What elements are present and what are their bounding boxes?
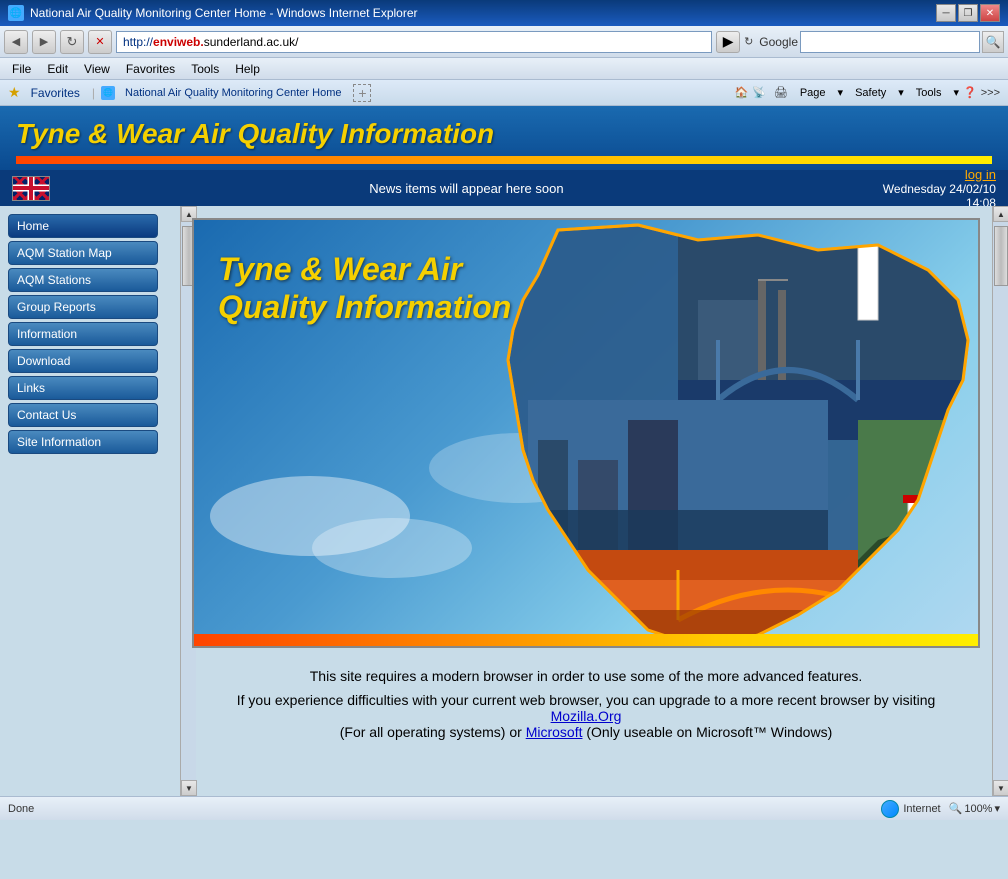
sidebar-item-contact-us[interactable]: Contact Us bbox=[8, 403, 158, 427]
help-toolbar-button[interactable]: ❓ bbox=[963, 86, 977, 99]
content-scroll-up[interactable]: ▲ bbox=[993, 206, 1008, 222]
browser-icon: 🌐 bbox=[8, 5, 24, 21]
hero-title-line2: Quality Information bbox=[218, 288, 511, 326]
rss-button[interactable]: 📡 bbox=[752, 86, 766, 99]
help-menu[interactable]: Help bbox=[227, 60, 268, 78]
print-button[interactable]: 🖨 bbox=[774, 86, 788, 99]
window-controls: ─ ❐ ✕ bbox=[936, 4, 1000, 22]
sidebar-item-links[interactable]: Links bbox=[8, 376, 158, 400]
back-button[interactable]: ◀ bbox=[4, 30, 28, 54]
hero-image: Tyne & Wear Air Quality Information bbox=[192, 218, 980, 648]
browser-window: 🌐 National Air Quality Monitoring Center… bbox=[0, 0, 1008, 820]
sidebar-item-download[interactable]: Download bbox=[8, 349, 158, 373]
close-button[interactable]: ✕ bbox=[980, 4, 1000, 22]
sidebar-item-aqm-station-map[interactable]: AQM Station Map bbox=[8, 241, 158, 265]
hero-title-line1: Tyne & Wear Air bbox=[218, 250, 511, 288]
forward-button[interactable]: ▶ bbox=[32, 30, 56, 54]
favorites-button[interactable]: Favorites bbox=[25, 84, 86, 102]
info-para-2-pre: If you experience difficulties with your… bbox=[237, 692, 936, 708]
site-header: Tyne & Wear Air Quality Information bbox=[0, 106, 1008, 170]
minimize-button[interactable]: ─ bbox=[936, 4, 956, 22]
info-para-2: If you experience difficulties with your… bbox=[228, 692, 944, 740]
tools-menu[interactable]: Tools bbox=[183, 60, 227, 78]
favorites-star-icon: ★ bbox=[8, 84, 21, 101]
restore-button[interactable]: ❐ bbox=[958, 4, 978, 22]
zoom-chevron-icon: ▾ bbox=[994, 802, 1000, 815]
content-scroll-down[interactable]: ▼ bbox=[993, 780, 1008, 796]
refresh-button[interactable]: ↻ bbox=[60, 30, 84, 54]
search-go-button[interactable]: 🔍 bbox=[982, 31, 1004, 53]
zoom-minus-icon: 🔍 bbox=[949, 802, 963, 815]
safety-menu[interactable]: Safety bbox=[847, 85, 894, 101]
sidebar-item-group-reports[interactable]: Group Reports bbox=[8, 295, 158, 319]
info-section: This site requires a modern browser in o… bbox=[188, 652, 984, 764]
hero-title: Tyne & Wear Air Quality Information bbox=[218, 250, 511, 327]
zoom-control: 🔍 100% ▾ bbox=[949, 802, 1000, 815]
edit-menu[interactable]: Edit bbox=[39, 60, 76, 78]
sidebar-item-home[interactable]: Home bbox=[8, 214, 158, 238]
site-title: Tyne & Wear Air Quality Information bbox=[16, 118, 992, 150]
content-scroll-track bbox=[993, 222, 1008, 780]
status-text: Done bbox=[8, 803, 34, 815]
view-menu[interactable]: View bbox=[76, 60, 118, 78]
divider: | bbox=[92, 86, 95, 100]
map-image bbox=[478, 220, 978, 648]
internet-zone-icon bbox=[881, 800, 899, 818]
search-input[interactable] bbox=[800, 31, 980, 53]
mozilla-link[interactable]: Mozilla.Org bbox=[551, 708, 622, 724]
zone-label: Internet bbox=[903, 803, 940, 815]
more-button[interactable]: >>> bbox=[981, 87, 1000, 99]
address-bar[interactable]: http://enviweb.sunderland.ac.uk/ bbox=[116, 31, 712, 53]
bookmark-item-home[interactable]: National Air Quality Monitoring Center H… bbox=[119, 85, 347, 101]
content-scroll-thumb[interactable] bbox=[994, 226, 1008, 286]
address-domain: sunderland.ac.uk/ bbox=[204, 35, 299, 49]
hero-bottom-bar bbox=[194, 634, 978, 646]
favorites-menu[interactable]: Favorites bbox=[118, 60, 183, 78]
page-menu[interactable]: Page bbox=[792, 85, 834, 101]
sidebar-item-site-information[interactable]: Site Information bbox=[8, 430, 158, 454]
nav-bar: ◀ ▶ ↻ ✕ http://enviweb.sunderland.ac.uk/… bbox=[0, 26, 1008, 58]
address-protocol: http:// bbox=[123, 35, 153, 49]
microsoft-link[interactable]: Microsoft bbox=[526, 724, 583, 740]
title-bar: 🌐 National Air Quality Monitoring Center… bbox=[0, 0, 1008, 26]
date-text: Wednesday 24/02/10 bbox=[883, 182, 996, 196]
info-para-2-mid: (For all operating systems) or bbox=[340, 724, 522, 740]
sidebar: Home AQM Station Map AQM Stations Group … bbox=[0, 206, 180, 796]
header-gradient-bar bbox=[16, 156, 992, 164]
sidebar-item-information[interactable]: Information bbox=[8, 322, 158, 346]
stop-button[interactable]: ✕ bbox=[88, 30, 112, 54]
cloud-2 bbox=[312, 518, 472, 578]
home-toolbar-button[interactable]: 🏠 bbox=[734, 86, 748, 99]
refresh-icon-small: ↻ bbox=[744, 35, 753, 48]
file-menu[interactable]: File bbox=[4, 60, 39, 78]
bookmarks-bar: ★ Favorites | 🌐 National Air Quality Mon… bbox=[0, 80, 1008, 106]
info-para-1: This site requires a modern browser in o… bbox=[228, 668, 944, 684]
page-content: Tyne & Wear Air Quality Information News… bbox=[0, 106, 1008, 796]
menu-bar: File Edit View Favorites Tools Help bbox=[0, 58, 1008, 80]
status-bar: Done Internet 🔍 100% ▾ bbox=[0, 796, 1008, 820]
bookmark-tab-icon: 🌐 bbox=[101, 86, 115, 100]
search-engine-label: Google bbox=[759, 35, 798, 49]
news-right: log in Wednesday 24/02/10 14:08 bbox=[883, 167, 996, 210]
sidebar-item-aqm-stations[interactable]: AQM Stations bbox=[8, 268, 158, 292]
info-para-2-post: (Only useable on Microsoft™ Windows) bbox=[586, 724, 832, 740]
zoom-level: 100% bbox=[964, 803, 992, 815]
window-title: National Air Quality Monitoring Center H… bbox=[30, 6, 418, 20]
tools-toolbar-menu[interactable]: Tools bbox=[908, 85, 950, 101]
main-layout: Home AQM Station Map AQM Stations Group … bbox=[0, 206, 1008, 796]
address-host: enviweb. bbox=[153, 35, 204, 49]
go-button[interactable]: ▶ bbox=[716, 31, 740, 53]
news-text: News items will appear here soon bbox=[369, 181, 563, 196]
news-bar: News items will appear here soon log in … bbox=[0, 170, 1008, 206]
uk-flag-icon bbox=[12, 176, 50, 201]
content-area: Tyne & Wear Air Quality Information bbox=[180, 206, 992, 796]
content-scrollbar[interactable]: ▲ ▼ bbox=[992, 206, 1008, 796]
add-tab-button[interactable]: + bbox=[353, 84, 371, 102]
